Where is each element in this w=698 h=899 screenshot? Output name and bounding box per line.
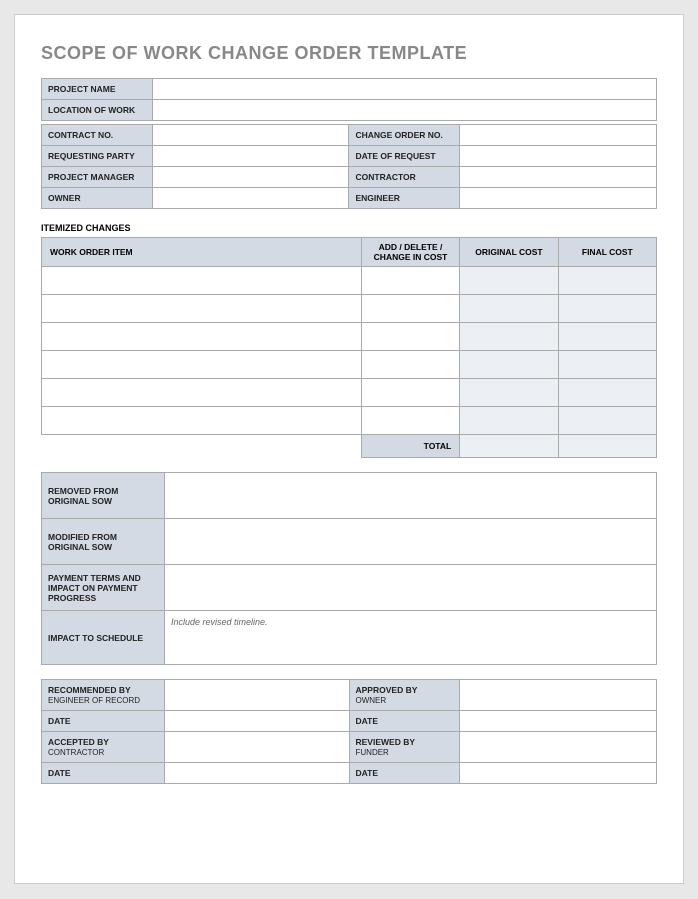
label-contract-no: CONTRACT NO. bbox=[42, 125, 153, 146]
value-impact-schedule[interactable]: Include revised timeline. bbox=[165, 611, 657, 665]
label-date-1b: DATE bbox=[349, 711, 460, 732]
cell-original[interactable] bbox=[460, 379, 558, 407]
info-table-top: PROJECT NAME LOCATION OF WORK bbox=[41, 78, 657, 121]
label-project-name: PROJECT NAME bbox=[42, 79, 153, 100]
cell-final[interactable] bbox=[558, 267, 656, 295]
info-table-grid: CONTRACT NO. CHANGE ORDER NO. REQUESTING… bbox=[41, 124, 657, 209]
cell-change[interactable] bbox=[361, 351, 459, 379]
descriptions-table: REMOVED FROM ORIGINAL SOW MODIFIED FROM … bbox=[41, 472, 657, 665]
value-reviewed-by[interactable] bbox=[460, 732, 657, 763]
value-owner[interactable] bbox=[152, 188, 349, 209]
table-row bbox=[42, 379, 657, 407]
spacer-cell bbox=[42, 435, 362, 458]
label-recommended-by: RECOMMENDED BY ENGINEER OF RECORD bbox=[42, 680, 165, 711]
value-approved-by[interactable] bbox=[460, 680, 657, 711]
cell-original[interactable] bbox=[460, 407, 558, 435]
cell-original[interactable] bbox=[460, 267, 558, 295]
cell-item[interactable] bbox=[42, 323, 362, 351]
recommended-lbl-text: RECOMMENDED BY bbox=[48, 685, 131, 695]
col-work-order-item: WORK ORDER ITEM bbox=[42, 238, 362, 267]
cell-final[interactable] bbox=[558, 295, 656, 323]
cell-original[interactable] bbox=[460, 323, 558, 351]
value-contractor[interactable] bbox=[460, 167, 657, 188]
cell-change[interactable] bbox=[361, 407, 459, 435]
cell-item[interactable] bbox=[42, 267, 362, 295]
label-impact-schedule: IMPACT TO SCHEDULE bbox=[42, 611, 165, 665]
itemized-changes-table: WORK ORDER ITEM ADD / DELETE / CHANGE IN… bbox=[41, 237, 657, 458]
label-date-of-request: DATE OF REQUEST bbox=[349, 146, 460, 167]
approved-lbl-text: APPROVED BY bbox=[356, 685, 418, 695]
label-date-2a: DATE bbox=[42, 763, 165, 784]
page: SCOPE OF WORK CHANGE ORDER TEMPLATE PROJ… bbox=[14, 14, 684, 884]
value-payment-terms[interactable] bbox=[165, 565, 657, 611]
label-accepted-by: ACCEPTED BY CONTRACTOR bbox=[42, 732, 165, 763]
cell-final[interactable] bbox=[558, 379, 656, 407]
label-date-2b: DATE bbox=[349, 763, 460, 784]
value-recommended-by[interactable] bbox=[165, 680, 350, 711]
itemized-changes-heading: ITEMIZED CHANGES bbox=[41, 223, 657, 233]
cell-item[interactable] bbox=[42, 379, 362, 407]
col-original-cost: ORIGINAL COST bbox=[460, 238, 558, 267]
recommended-sub-text: ENGINEER OF RECORD bbox=[48, 696, 158, 705]
table-row bbox=[42, 323, 657, 351]
label-payment-terms: PAYMENT TERMS AND IMPACT ON PAYMENT PROG… bbox=[42, 565, 165, 611]
value-modified-sow[interactable] bbox=[165, 519, 657, 565]
label-requesting-party: REQUESTING PARTY bbox=[42, 146, 153, 167]
label-change-order-no: CHANGE ORDER NO. bbox=[349, 125, 460, 146]
value-date-1a[interactable] bbox=[165, 711, 350, 732]
cell-change[interactable] bbox=[361, 267, 459, 295]
table-row bbox=[42, 295, 657, 323]
table-row bbox=[42, 267, 657, 295]
cell-item[interactable] bbox=[42, 295, 362, 323]
page-title: SCOPE OF WORK CHANGE ORDER TEMPLATE bbox=[41, 43, 657, 64]
table-row bbox=[42, 351, 657, 379]
label-project-manager: PROJECT MANAGER bbox=[42, 167, 153, 188]
accepted-lbl-text: ACCEPTED BY bbox=[48, 737, 109, 747]
cell-change[interactable] bbox=[361, 295, 459, 323]
table-row bbox=[42, 407, 657, 435]
value-date-2a[interactable] bbox=[165, 763, 350, 784]
label-modified-sow: MODIFIED FROM ORIGINAL SOW bbox=[42, 519, 165, 565]
value-project-name[interactable] bbox=[152, 79, 656, 100]
cell-original[interactable] bbox=[460, 295, 558, 323]
col-change: ADD / DELETE / CHANGE IN COST bbox=[361, 238, 459, 267]
value-project-manager[interactable] bbox=[152, 167, 349, 188]
label-location: LOCATION OF WORK bbox=[42, 100, 153, 121]
label-owner: OWNER bbox=[42, 188, 153, 209]
value-engineer[interactable] bbox=[460, 188, 657, 209]
label-date-1a: DATE bbox=[42, 711, 165, 732]
value-date-2b[interactable] bbox=[460, 763, 657, 784]
reviewed-lbl-text: REVIEWED BY bbox=[356, 737, 416, 747]
value-requesting-party[interactable] bbox=[152, 146, 349, 167]
approvals-table: RECOMMENDED BY ENGINEER OF RECORD APPROV… bbox=[41, 679, 657, 784]
label-approved-by: APPROVED BY OWNER bbox=[349, 680, 460, 711]
value-contract-no[interactable] bbox=[152, 125, 349, 146]
label-reviewed-by: REVIEWED BY FUNDER bbox=[349, 732, 460, 763]
reviewed-sub-text: FUNDER bbox=[356, 748, 454, 757]
cell-final[interactable] bbox=[558, 407, 656, 435]
cell-change[interactable] bbox=[361, 379, 459, 407]
cell-original[interactable] bbox=[460, 351, 558, 379]
col-final-cost: FINAL COST bbox=[558, 238, 656, 267]
value-location[interactable] bbox=[152, 100, 656, 121]
total-original[interactable] bbox=[460, 435, 558, 458]
accepted-sub-text: CONTRACTOR bbox=[48, 748, 158, 757]
value-date-1b[interactable] bbox=[460, 711, 657, 732]
total-final[interactable] bbox=[558, 435, 656, 458]
value-change-order-no[interactable] bbox=[460, 125, 657, 146]
cell-item[interactable] bbox=[42, 351, 362, 379]
label-contractor: CONTRACTOR bbox=[349, 167, 460, 188]
label-removed-sow: REMOVED FROM ORIGINAL SOW bbox=[42, 473, 165, 519]
schedule-hint: Include revised timeline. bbox=[171, 617, 268, 627]
cell-final[interactable] bbox=[558, 351, 656, 379]
total-label: TOTAL bbox=[361, 435, 459, 458]
value-date-of-request[interactable] bbox=[460, 146, 657, 167]
label-engineer: ENGINEER bbox=[349, 188, 460, 209]
approved-sub-text: OWNER bbox=[356, 696, 454, 705]
cell-item[interactable] bbox=[42, 407, 362, 435]
cell-change[interactable] bbox=[361, 323, 459, 351]
cell-final[interactable] bbox=[558, 323, 656, 351]
value-removed-sow[interactable] bbox=[165, 473, 657, 519]
value-accepted-by[interactable] bbox=[165, 732, 350, 763]
